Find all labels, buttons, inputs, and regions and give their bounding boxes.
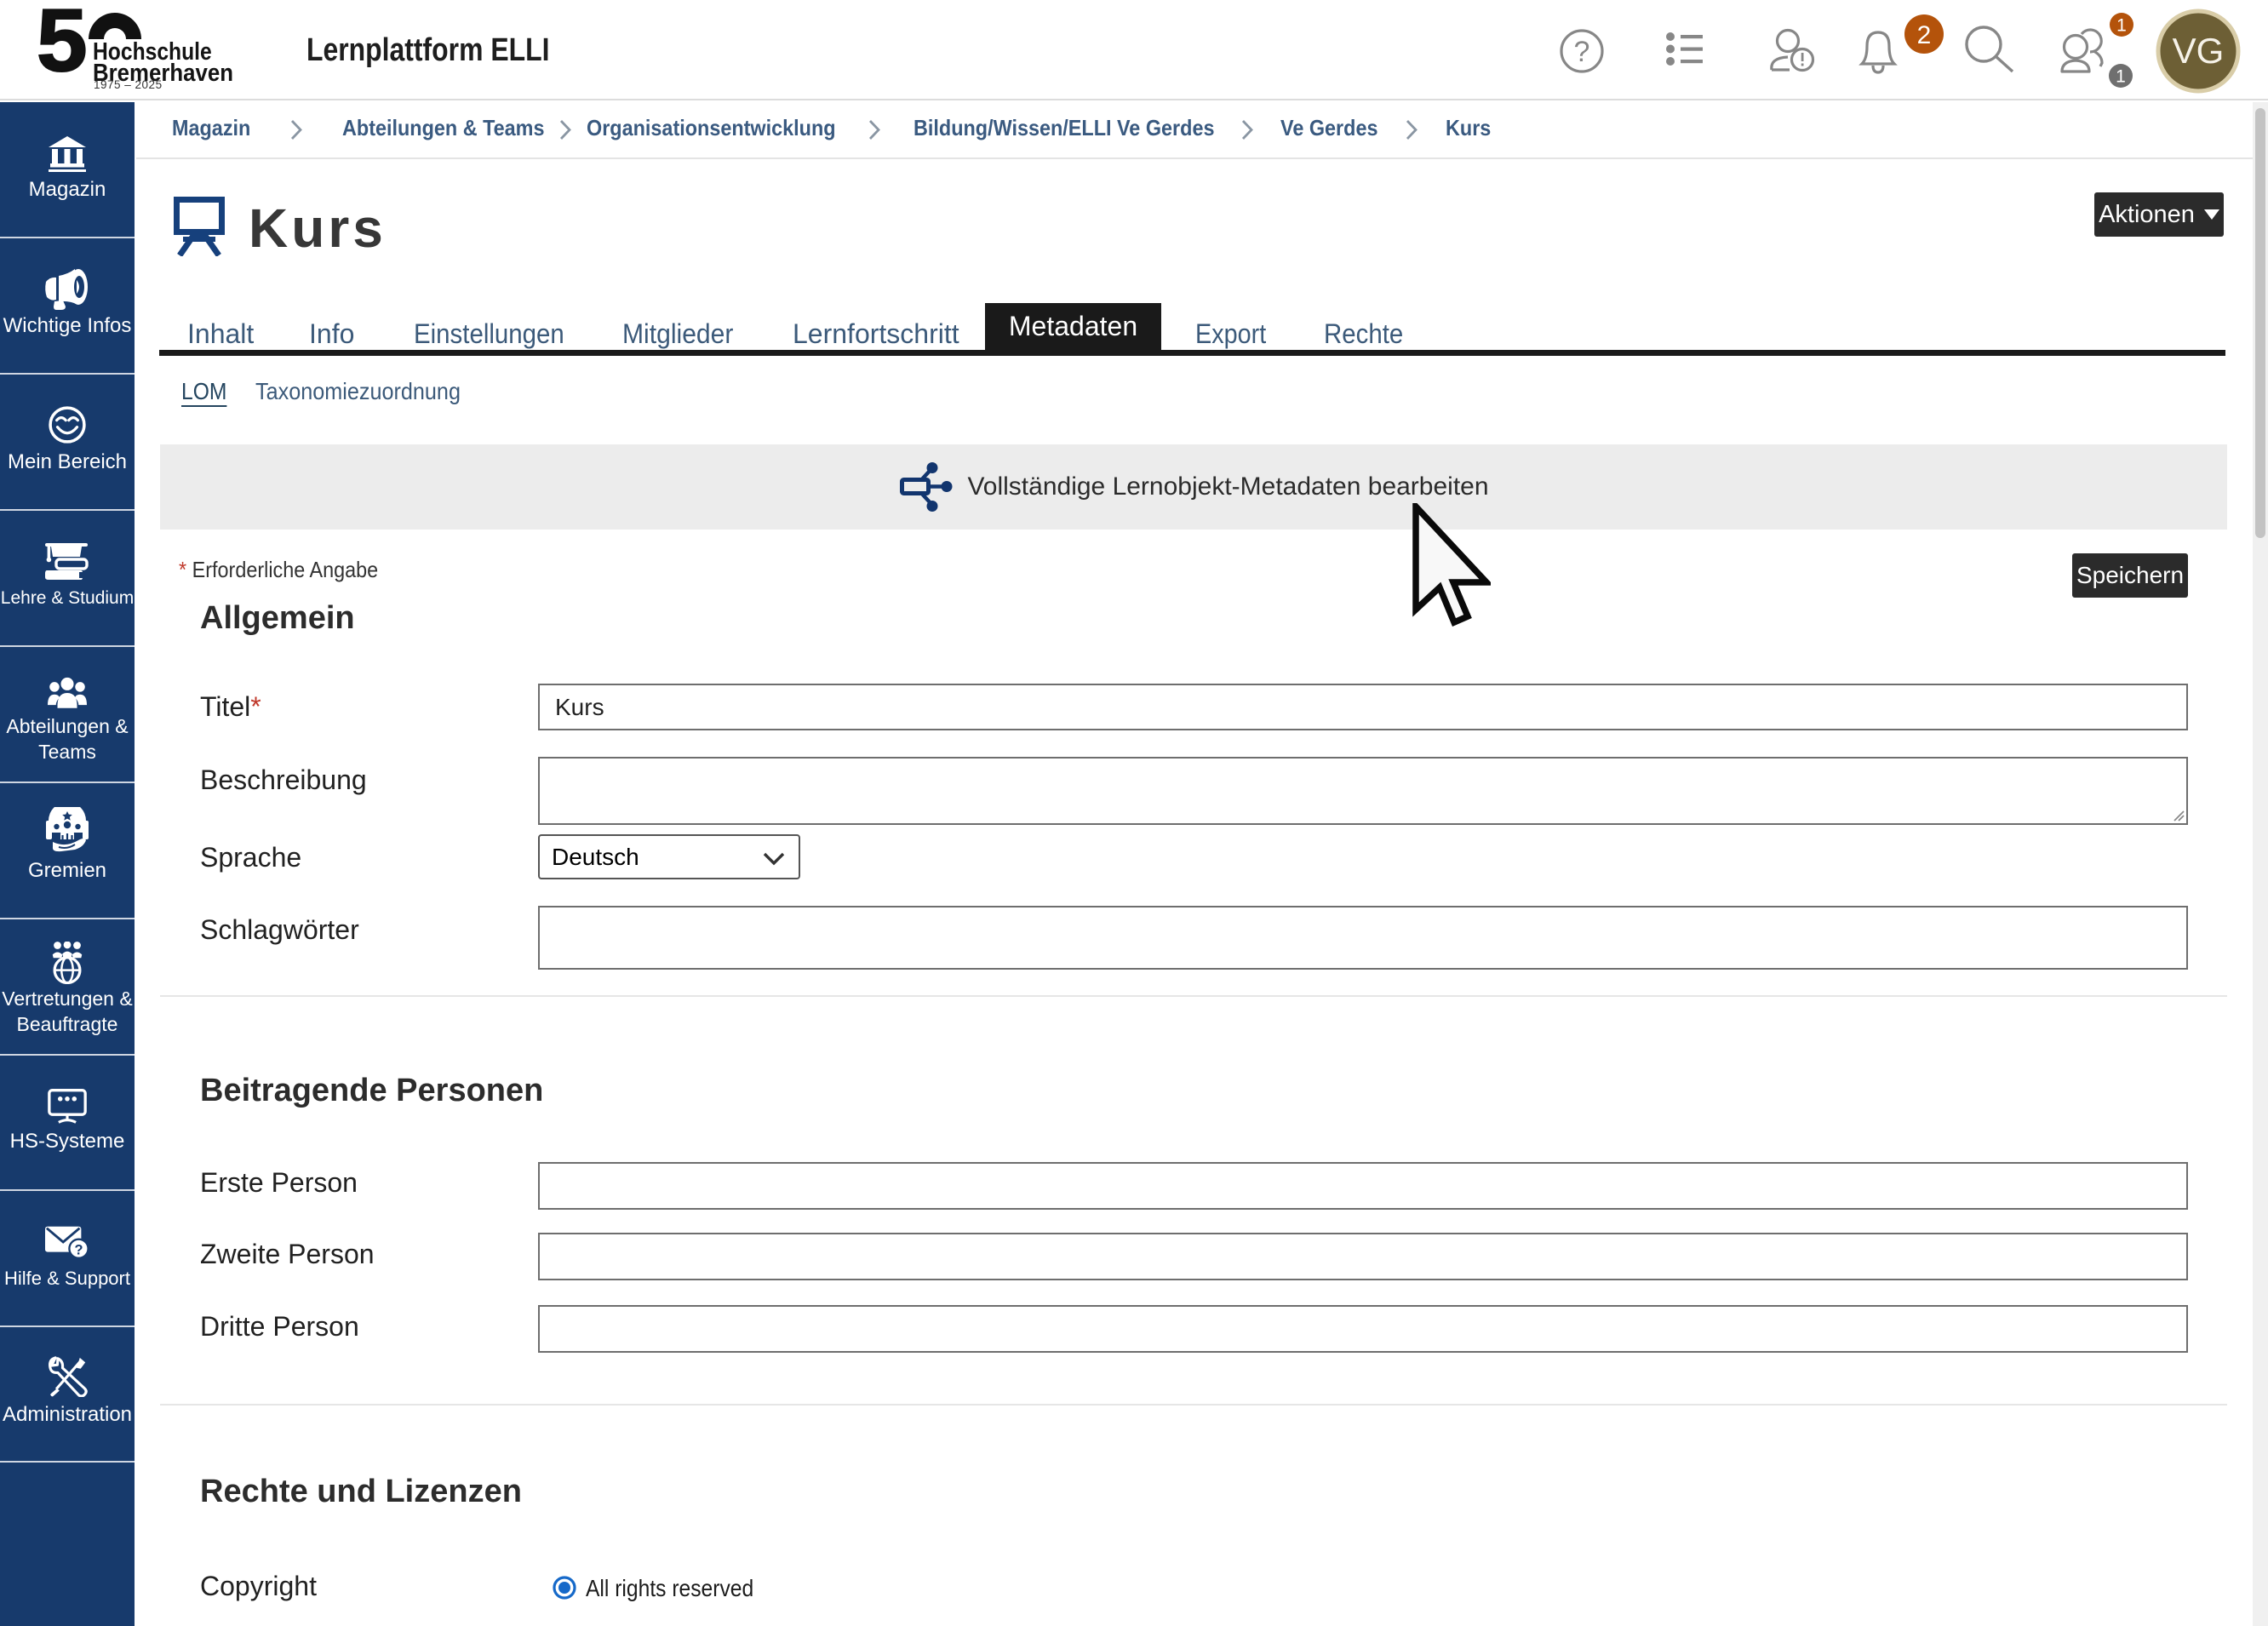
svg-text:1: 1 (2116, 16, 2127, 36)
svg-text:?: ? (1574, 36, 1590, 68)
svg-text:2: 2 (1917, 21, 1932, 49)
svg-text:1: 1 (2116, 67, 2126, 87)
svg-text:VG: VG (2173, 31, 2225, 71)
svg-text:?: ? (74, 1242, 83, 1257)
